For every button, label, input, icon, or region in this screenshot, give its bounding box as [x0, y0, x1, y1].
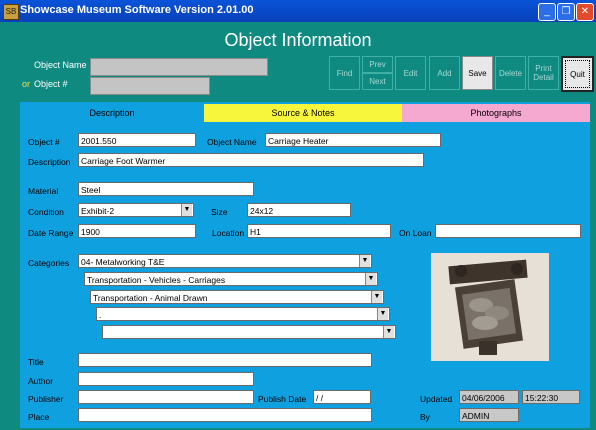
publish-date-field[interactable]: / / — [313, 390, 371, 404]
chevron-down-icon[interactable]: ▼ — [181, 204, 192, 216]
page-title: Object Information — [224, 30, 372, 50]
close-icon[interactable]: ✕ — [576, 3, 594, 21]
header-object-num-label: Object # — [34, 79, 68, 89]
chevron-down-icon[interactable]: ▼ — [383, 326, 394, 338]
prev-button[interactable]: Prev — [362, 56, 393, 73]
by-label: By — [420, 412, 430, 422]
size-label: Size — [211, 207, 228, 217]
minimize-icon[interactable]: _ — [538, 3, 556, 21]
object-num-label: Object # — [28, 137, 60, 147]
header-object-name-label: Object Name — [34, 60, 87, 70]
tab-photographs[interactable]: Photographs — [402, 104, 590, 122]
title-label: Title — [28, 357, 44, 367]
add-button[interactable]: Add — [429, 56, 460, 90]
publisher-field[interactable] — [78, 390, 254, 404]
edit-button[interactable]: Edit — [395, 56, 426, 90]
object-name-label: Object Name — [207, 137, 257, 147]
size-field[interactable]: 24x12 — [247, 203, 351, 217]
header-or-label: or — [22, 79, 31, 89]
condition-label: Condition — [28, 207, 64, 217]
window-titlebar: SB Showcase Museum Software Version 2.01… — [0, 0, 596, 22]
tab-description[interactable]: Description — [20, 104, 204, 122]
window-title: Showcase Museum Software Version 2.01.00 — [20, 4, 254, 16]
author-label: Author — [28, 376, 54, 386]
updated-date-field: 04/06/2006 — [459, 390, 519, 404]
delete-button[interactable]: Delete — [495, 56, 526, 90]
find-button[interactable]: Find — [329, 56, 360, 90]
place-label: Place — [28, 412, 50, 422]
description-field[interactable]: Carriage Foot Warmer — [78, 153, 424, 167]
save-button[interactable]: Save — [462, 56, 493, 90]
by-field: ADMIN — [459, 408, 519, 422]
header-object-name-field[interactable] — [90, 58, 268, 76]
categories-label: Categories — [28, 258, 70, 268]
updated-time-field: 15:22:30 — [522, 390, 580, 404]
header-object-num-field[interactable] — [90, 77, 210, 95]
category-select-5[interactable]: ▼ — [102, 325, 396, 339]
date-range-field[interactable]: 1900 — [78, 224, 196, 238]
category-select-4[interactable]: . ▼ — [96, 307, 390, 321]
object-photo — [431, 253, 549, 361]
category-select-2[interactable]: Transportation - Vehicles - Carriages ▼ — [84, 272, 378, 286]
title-field[interactable] — [78, 353, 372, 367]
object-num-field[interactable]: 2001.550 — [78, 133, 196, 147]
publisher-label: Publisher — [28, 394, 64, 404]
author-field[interactable] — [78, 372, 254, 386]
tab-source-notes[interactable]: Source & Notes — [204, 104, 402, 122]
chevron-down-icon[interactable]: ▼ — [359, 255, 370, 267]
category-select-3[interactable]: Transportation - Animal Drawn ▼ — [90, 290, 384, 304]
carriage-heater-image — [431, 253, 549, 361]
chevron-down-icon[interactable]: ▼ — [371, 291, 382, 303]
header: Object Information Object Name or Object… — [0, 22, 596, 100]
on-loan-field[interactable] — [435, 224, 581, 238]
location-label: Location — [212, 228, 245, 238]
condition-select[interactable]: Exhibit-2 ▼ — [78, 203, 194, 217]
chevron-down-icon[interactable]: ▼ — [365, 273, 376, 285]
chevron-down-icon[interactable]: ▼ — [377, 308, 388, 320]
category-select-1[interactable]: 04- Metalworking T&E ▼ — [78, 254, 372, 268]
object-name-field[interactable]: Carriage Heater — [265, 133, 441, 147]
quit-button[interactable]: Quit — [561, 56, 594, 92]
description-label: Description — [28, 157, 71, 167]
print-detail-button[interactable]: Print Detail — [528, 56, 559, 90]
date-range-label: Date Range — [28, 228, 74, 238]
location-field[interactable]: H1 — [247, 224, 391, 238]
material-field[interactable]: Steel — [78, 182, 254, 196]
publish-date-label: Publish Date — [258, 394, 307, 404]
app-icon: SB — [3, 4, 19, 20]
material-label: Material — [28, 186, 59, 196]
place-field[interactable] — [78, 408, 372, 422]
restore-icon[interactable]: ❐ — [557, 3, 575, 21]
on-loan-label: On Loan — [399, 228, 432, 238]
next-button[interactable]: Next — [362, 73, 393, 90]
updated-label: Updated — [420, 394, 453, 404]
